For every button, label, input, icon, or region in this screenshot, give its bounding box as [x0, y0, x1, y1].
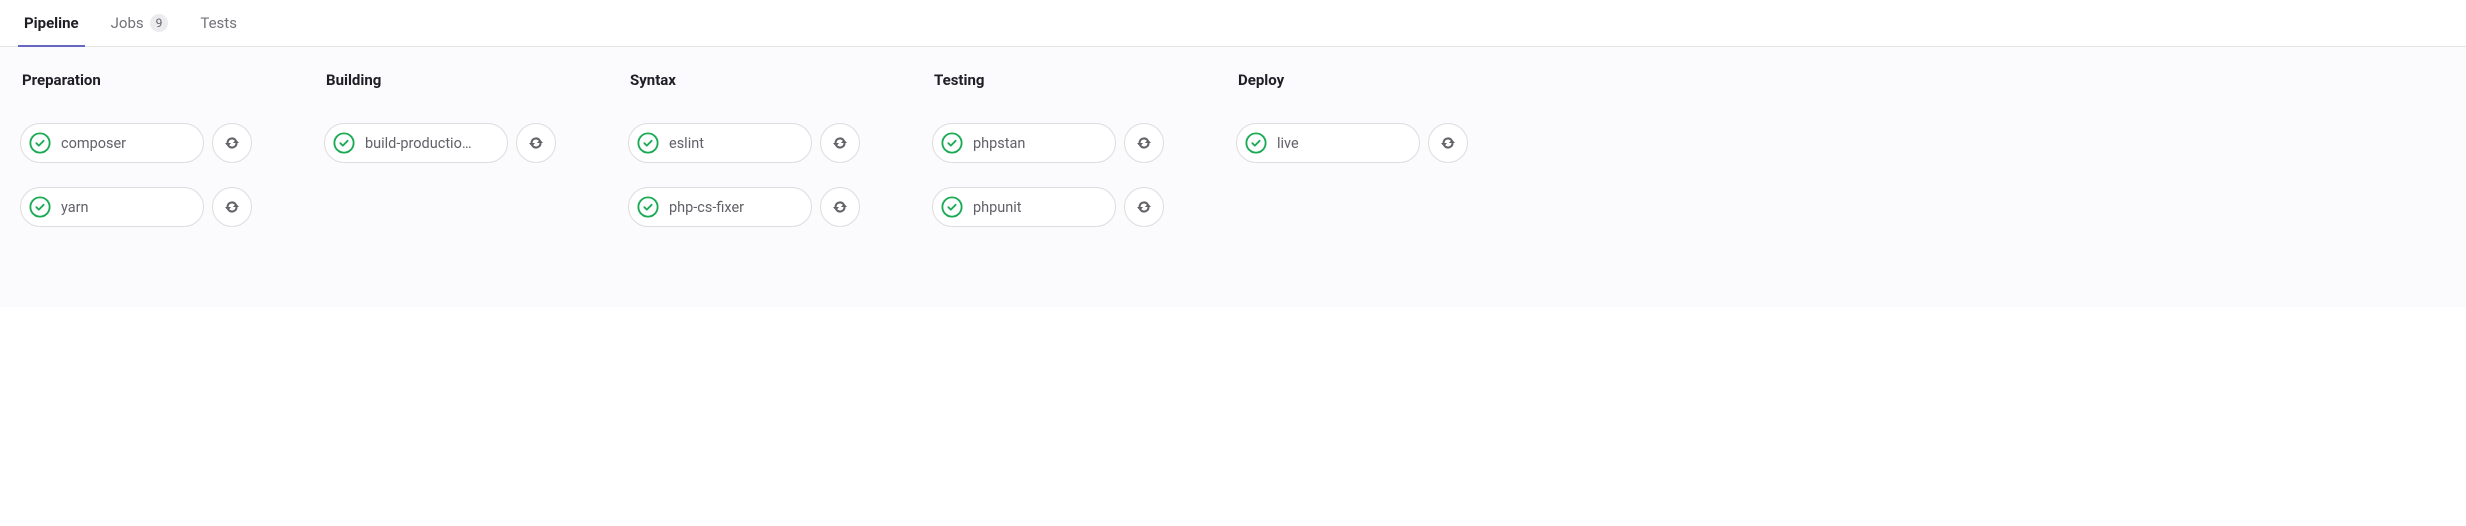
retry-button[interactable] [212, 187, 252, 227]
status-success-icon [941, 132, 963, 154]
pipeline-graph: Preparation composer yarn Building build… [0, 47, 2466, 307]
job-name: composer [61, 135, 126, 152]
tab-tests[interactable]: Tests [196, 0, 241, 46]
job-name: build-productio… [365, 135, 472, 152]
job-row: composer [20, 123, 252, 163]
job-pill[interactable]: live [1236, 123, 1420, 163]
stage-title: Deploy [1236, 71, 1468, 89]
job-row: eslint [628, 123, 860, 163]
status-success-icon [29, 132, 51, 154]
status-success-icon [637, 196, 659, 218]
stage-jobs: eslint php-cs-fixer [628, 123, 860, 227]
status-success-icon [29, 196, 51, 218]
tab-label: Tests [200, 14, 237, 32]
retry-icon [224, 199, 240, 215]
job-row: build-productio… [324, 123, 556, 163]
job-row: phpstan [932, 123, 1164, 163]
job-pill[interactable]: phpstan [932, 123, 1116, 163]
job-pill[interactable]: php-cs-fixer [628, 187, 812, 227]
retry-button[interactable] [516, 123, 556, 163]
tab-pipeline[interactable]: Pipeline [20, 0, 83, 46]
retry-icon [1136, 199, 1152, 215]
job-name: live [1277, 135, 1299, 152]
job-pill[interactable]: yarn [20, 187, 204, 227]
job-pill[interactable]: eslint [628, 123, 812, 163]
job-name: phpunit [973, 199, 1022, 216]
stage-column: Testing phpstan phpunit [932, 71, 1164, 227]
stage-column: Syntax eslint php-cs-fixer [628, 71, 860, 227]
retry-icon [1136, 135, 1152, 151]
job-row: yarn [20, 187, 252, 227]
retry-icon [832, 199, 848, 215]
stage-column: Deploy live [1236, 71, 1468, 163]
retry-button[interactable] [820, 123, 860, 163]
retry-button[interactable] [1124, 123, 1164, 163]
tab-label: Pipeline [24, 14, 79, 32]
retry-icon [1440, 135, 1456, 151]
tab-label: Jobs [111, 14, 144, 32]
retry-button[interactable] [212, 123, 252, 163]
stage-jobs: live [1236, 123, 1468, 163]
job-pill[interactable]: build-productio… [324, 123, 508, 163]
stage-column: Preparation composer yarn [20, 71, 252, 227]
tab-jobs[interactable]: Jobs 9 [107, 0, 173, 46]
jobs-count-badge: 9 [150, 14, 169, 32]
job-pill[interactable]: composer [20, 123, 204, 163]
job-pill[interactable]: phpunit [932, 187, 1116, 227]
job-row: live [1236, 123, 1468, 163]
retry-icon [528, 135, 544, 151]
stage-jobs: phpstan phpunit [932, 123, 1164, 227]
stage-title: Preparation [20, 71, 252, 89]
job-name: eslint [669, 135, 704, 152]
retry-button[interactable] [1124, 187, 1164, 227]
status-success-icon [333, 132, 355, 154]
retry-icon [832, 135, 848, 151]
stage-jobs: build-productio… [324, 123, 556, 163]
job-name: phpstan [973, 135, 1025, 152]
status-success-icon [1245, 132, 1267, 154]
stage-jobs: composer yarn [20, 123, 252, 227]
status-success-icon [637, 132, 659, 154]
stage-title: Building [324, 71, 556, 89]
stage-column: Building build-productio… [324, 71, 556, 163]
job-row: php-cs-fixer [628, 187, 860, 227]
retry-icon [224, 135, 240, 151]
retry-button[interactable] [1428, 123, 1468, 163]
status-success-icon [941, 196, 963, 218]
stage-title: Syntax [628, 71, 860, 89]
job-name: yarn [61, 199, 89, 216]
job-name: php-cs-fixer [669, 199, 744, 216]
pipeline-tabs: Pipeline Jobs 9 Tests [0, 0, 2466, 47]
retry-button[interactable] [820, 187, 860, 227]
job-row: phpunit [932, 187, 1164, 227]
stage-title: Testing [932, 71, 1164, 89]
